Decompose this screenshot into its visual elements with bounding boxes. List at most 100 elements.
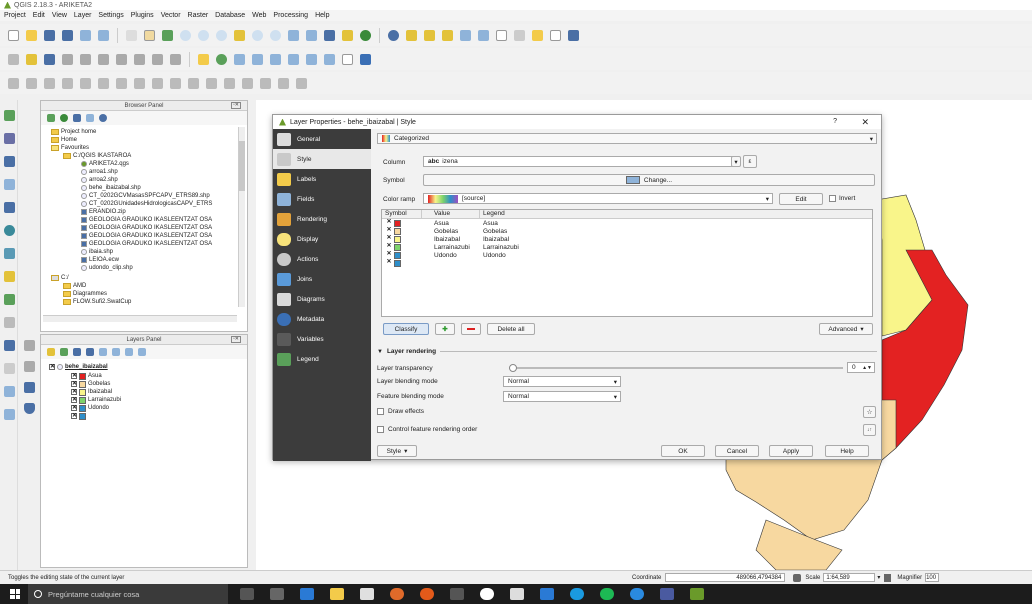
browser-item[interactable]: ERANDIO.zip (81, 208, 126, 216)
effects-button[interactable]: ☆ (863, 406, 876, 418)
simplify-feature-icon[interactable] (78, 76, 93, 91)
browser-item[interactable]: CT_0202GUnidadesHidrologicasCAPV_ETRS (81, 200, 212, 208)
rotate-point-symbols-icon[interactable] (294, 76, 309, 91)
select-by-value-icon[interactable] (422, 28, 437, 43)
legend-item[interactable]: ✕ Larrainazubi (71, 396, 121, 404)
class-checkbox[interactable]: ✕ (71, 405, 77, 411)
control-order-checkbox[interactable] (377, 426, 384, 433)
layer-visibility-checkbox[interactable]: ✕ (49, 364, 55, 370)
new-shapefile-icon[interactable] (2, 338, 17, 353)
rotate-label-icon[interactable] (304, 52, 319, 67)
tab-rendering[interactable]: Rendering (273, 209, 371, 229)
spotify-icon[interactable] (600, 588, 614, 600)
browser-item[interactable]: arroa2.shp (81, 176, 118, 184)
show-hide-labels-icon[interactable] (268, 52, 283, 67)
current-edits-icon[interactable] (6, 52, 21, 67)
open-field-calculator-icon[interactable] (476, 28, 491, 43)
delete-all-button[interactable]: Delete all (487, 323, 535, 335)
tab-fields[interactable]: Fields (273, 189, 371, 209)
remove-layer-icon[interactable] (138, 348, 146, 356)
touch-zoom-icon[interactable] (124, 28, 139, 43)
add-feature-icon[interactable] (60, 52, 75, 67)
rotate-feature-icon[interactable] (60, 76, 75, 91)
menu-web[interactable]: Web (252, 12, 266, 19)
calculator-icon[interactable] (540, 588, 554, 600)
browser-item[interactable]: Project home (51, 128, 96, 136)
expand-all-icon[interactable] (112, 348, 120, 356)
ok-button[interactable]: OK (661, 445, 705, 457)
order-button[interactable]: ↓↑ (863, 424, 876, 436)
save-layer-edits-icon[interactable] (42, 52, 57, 67)
network-icon[interactable] (660, 588, 674, 600)
renderer-select[interactable]: Categorized ▾ (377, 133, 877, 144)
add-spatialite-layer-icon[interactable] (2, 177, 17, 192)
browser-item[interactable]: GEOLOGIA GRADUKO IKASLEENTZAT OSA (81, 232, 212, 240)
highlight-pinned-labels-icon[interactable] (232, 52, 247, 67)
column-dropdown-button[interactable]: ▾ (731, 156, 741, 167)
menu-vector[interactable]: Vector (161, 12, 181, 19)
merge-attributes-icon[interactable] (276, 76, 291, 91)
class-checkbox[interactable]: ✕ (386, 251, 392, 258)
browser-scrollbar[interactable] (238, 127, 245, 307)
table-row[interactable]: ✕ Udondo Udondo (382, 251, 872, 259)
slider-handle[interactable] (509, 364, 517, 372)
add-group-icon[interactable] (60, 348, 68, 356)
tab-style[interactable]: Style (273, 149, 371, 169)
legend-item[interactable]: ✕ Asua (71, 372, 102, 380)
menu-layer[interactable]: Layer (74, 12, 92, 19)
cancel-button[interactable]: Cancel (715, 445, 759, 457)
new-map-view-icon[interactable] (322, 28, 337, 43)
zoom-next-icon[interactable] (304, 28, 319, 43)
browser-item[interactable]: ARIKETA2.qgs (81, 160, 129, 168)
zoom-layer-icon[interactable] (268, 28, 283, 43)
column-header[interactable]: Value (422, 210, 480, 218)
draw-effects-checkbox[interactable] (377, 408, 384, 415)
telegram-icon[interactable] (630, 588, 644, 600)
tab-joins[interactable]: Joins (273, 269, 371, 289)
class-checkbox[interactable]: ✕ (71, 413, 77, 419)
class-checkbox[interactable]: ✕ (71, 381, 77, 387)
text-annotation-icon[interactable] (548, 28, 563, 43)
class-checkbox[interactable]: ✕ (386, 235, 392, 242)
filter-icon[interactable] (73, 114, 81, 122)
zoom-selection-icon[interactable] (250, 28, 265, 43)
label-toolbar-icon[interactable] (196, 52, 211, 67)
task-view-icon[interactable] (270, 588, 284, 600)
close-icon[interactable]: ✕ (861, 117, 869, 128)
microphone-icon[interactable] (240, 588, 254, 600)
classify-button[interactable]: Classify (383, 323, 429, 335)
cut-features-icon[interactable] (132, 52, 147, 67)
add-part-icon[interactable] (114, 76, 129, 91)
move-label-icon[interactable] (286, 52, 301, 67)
panel-float-close-icon[interactable]: ▫✕ (231, 102, 241, 109)
reshape-features-icon[interactable] (186, 76, 201, 91)
edit-ramp-button[interactable]: Edit (779, 193, 823, 205)
tab-diagrams[interactable]: Diagrams (273, 289, 371, 309)
menu-processing[interactable]: Processing (273, 12, 308, 19)
menu-view[interactable]: View (52, 12, 67, 19)
browser-item[interactable]: Diagrammes (63, 290, 107, 298)
layer-rendering-group[interactable]: ▼ Layer rendering (377, 348, 877, 355)
add-raster-layer-icon[interactable] (2, 131, 17, 146)
tab-labels[interactable]: Labels (273, 169, 371, 189)
zoom-full-icon[interactable] (232, 28, 247, 43)
filter-legend-icon[interactable] (86, 348, 94, 356)
column-header[interactable]: Symbol (382, 210, 422, 218)
layer-row[interactable]: ✕ behe_ibaizabal (49, 363, 108, 371)
edge-browser-icon[interactable] (300, 588, 314, 600)
browser-item[interactable]: FLOW.Sufi2.SwatCup (63, 298, 131, 306)
browser-item[interactable]: CT_0202GCVMasasSPFCAPV_ETRS89.shp (81, 192, 210, 200)
shield-icon[interactable] (22, 401, 37, 416)
menu-plugins[interactable]: Plugins (131, 12, 154, 19)
delete-part-icon[interactable] (168, 76, 183, 91)
column-header[interactable]: Legend (480, 210, 580, 218)
browser-hscrollbar[interactable] (43, 315, 237, 322)
add-selected-layers-icon[interactable] (47, 114, 55, 122)
add-class-button[interactable]: ✚ (435, 323, 455, 335)
file-explorer-icon[interactable] (330, 588, 344, 600)
tab-general[interactable]: General (273, 129, 371, 149)
csw-icon[interactable] (340, 52, 355, 67)
split-parts-icon[interactable] (240, 76, 255, 91)
legend-item[interactable]: ✕ Gobelas (71, 380, 110, 388)
add-feature-icon[interactable] (22, 338, 37, 353)
